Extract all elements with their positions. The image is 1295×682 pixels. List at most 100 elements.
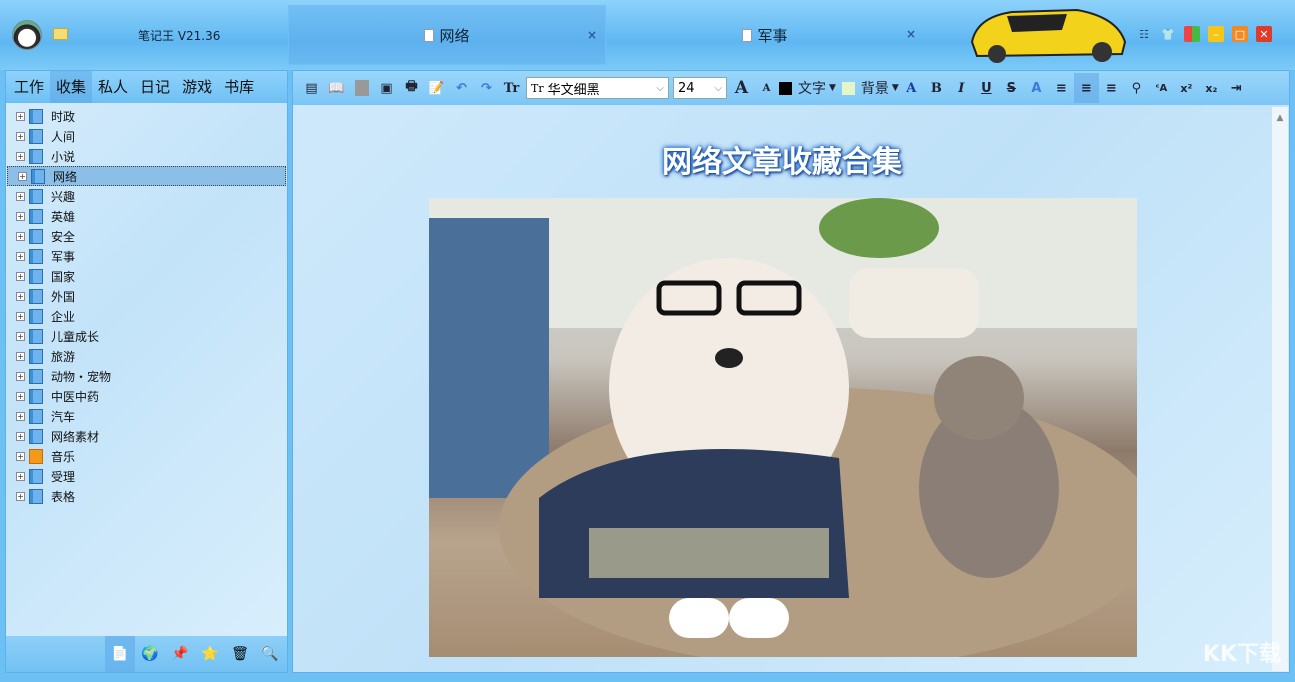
bold-icon[interactable]: B — [924, 73, 949, 103]
note-icon[interactable]: 📄 — [105, 636, 135, 672]
expand-icon[interactable]: + — [16, 191, 25, 201]
text-effect-icon[interactable]: A — [1024, 73, 1049, 103]
expand-icon[interactable]: + — [16, 451, 25, 461]
expand-icon[interactable]: + — [16, 131, 25, 141]
tree-item[interactable]: + 网络 — [7, 166, 286, 186]
tree-item[interactable]: + 安全 — [6, 226, 287, 246]
italic-icon[interactable]: I — [949, 73, 974, 103]
print-icon[interactable]: 🖶 — [399, 73, 424, 103]
expand-icon[interactable]: + — [16, 431, 25, 441]
tree-item[interactable]: + 音乐 — [6, 446, 287, 466]
notebook-icon — [29, 248, 43, 264]
folder-icon[interactable] — [53, 28, 68, 40]
sidebar: 工作 收集 私人 日记 游戏 书库 + 时政 + 人间 + 小说 + 网络 + 兴趣 + 英雄 + 安全 +… — [5, 70, 288, 673]
properties-icon[interactable]: 📝 — [424, 73, 449, 103]
subscript-icon[interactable]: x₂ — [1199, 73, 1224, 103]
align-left-icon[interactable]: ≡ — [1049, 73, 1074, 103]
font-color-icon[interactable]: A — [899, 73, 924, 103]
image-text-icon[interactable]: ▣ — [374, 73, 399, 103]
expand-icon[interactable]: + — [16, 211, 25, 221]
text-color-button[interactable]: 文字 ▼ — [779, 73, 836, 103]
expand-icon[interactable]: + — [16, 471, 25, 481]
book-icon[interactable]: 📖 — [324, 73, 349, 103]
superscript-icon[interactable]: x² — [1174, 73, 1199, 103]
expand-icon[interactable]: + — [16, 311, 25, 321]
tab-military[interactable]: 军事 × — [606, 5, 924, 65]
tree-item[interactable]: + 时政 — [6, 106, 287, 126]
tree-item[interactable]: + 儿童成长 — [6, 326, 287, 346]
minimize-button[interactable]: – — [1208, 26, 1224, 42]
shrink-font-icon[interactable]: A — [754, 73, 779, 103]
expand-icon[interactable]: + — [16, 491, 25, 501]
tab-collect[interactable]: 收集 — [50, 71, 93, 103]
chevron-down-icon: ⌵ — [714, 82, 722, 94]
tree-item[interactable]: + 旅游 — [6, 346, 287, 366]
theme-icon[interactable] — [1184, 26, 1200, 42]
vertical-scrollbar[interactable]: ▲ — [1272, 107, 1288, 671]
close-tab-icon[interactable]: × — [906, 27, 916, 41]
tab-private[interactable]: 私人 — [92, 71, 134, 103]
layout-icon[interactable]: ☷ — [1136, 26, 1152, 42]
expand-icon[interactable]: + — [16, 411, 25, 421]
expand-icon[interactable]: + — [16, 151, 25, 161]
close-button[interactable]: ✕ — [1256, 26, 1272, 42]
tree-item[interactable]: + 受理 — [6, 466, 287, 486]
globe-icon[interactable]: 🌍 — [135, 636, 165, 672]
font-select[interactable]: Tr 华文细黑 ⌵ — [526, 77, 669, 99]
expand-icon[interactable]: + — [16, 271, 25, 281]
tab-games[interactable]: 游戏 — [176, 71, 218, 103]
tree-item[interactable]: + 网络素材 — [6, 426, 287, 446]
indent-icon[interactable]: ⇥ — [1224, 73, 1249, 103]
bg-color-swatch — [841, 81, 855, 95]
tab-network[interactable]: 网络 × — [288, 5, 606, 65]
skin-shirt-icon[interactable]: 👕 — [1160, 26, 1176, 42]
tree-item[interactable]: + 军事 — [6, 246, 287, 266]
expand-icon[interactable]: + — [18, 171, 27, 181]
expand-icon[interactable]: + — [16, 251, 25, 261]
tree-item[interactable]: + 企业 — [6, 306, 287, 326]
tree-item[interactable]: + 国家 — [6, 266, 287, 286]
trash-icon[interactable]: 🗑 — [225, 636, 255, 672]
font-size-select[interactable]: 24 ⌵ — [673, 77, 727, 99]
undo-icon[interactable]: ↶ — [449, 73, 474, 103]
close-tab-icon[interactable]: × — [587, 28, 597, 42]
expand-icon[interactable]: + — [16, 231, 25, 241]
tree-item[interactable]: + 动物・宠物 — [6, 366, 287, 386]
expand-icon[interactable]: + — [16, 331, 25, 341]
tab-library[interactable]: 书库 — [218, 71, 260, 103]
align-center-icon[interactable]: ≡ — [1073, 73, 1099, 103]
maximize-button[interactable]: □ — [1232, 26, 1248, 42]
pin-icon[interactable]: 📌 — [165, 636, 195, 672]
underline-icon[interactable]: U — [974, 73, 999, 103]
bg-color-button[interactable]: 背景 ▼ — [841, 73, 899, 103]
expand-icon[interactable]: + — [16, 111, 25, 121]
tree-item[interactable]: + 外国 — [6, 286, 287, 306]
search-icon[interactable]: 🔍 — [255, 636, 285, 672]
star-icon[interactable]: ⭐ — [195, 636, 225, 672]
tab-work[interactable]: 工作 — [8, 71, 50, 103]
grow-font-icon[interactable]: A — [729, 73, 754, 103]
tree-item[interactable]: + 表格 — [6, 486, 287, 506]
tree-item[interactable]: + 小说 — [6, 146, 287, 166]
strikethrough-icon[interactable]: S — [999, 73, 1024, 103]
tree-item[interactable]: + 汽车 — [6, 406, 287, 426]
tree-item-label: 中医中药 — [51, 389, 100, 404]
tree-item[interactable]: + 英雄 — [6, 206, 287, 226]
tree-item[interactable]: + 人间 — [6, 126, 287, 146]
find-icon[interactable]: ⚲ — [1124, 73, 1149, 103]
tab-diary[interactable]: 日记 — [134, 71, 176, 103]
notebook-icon — [29, 388, 43, 404]
new-page-icon[interactable]: ▤ — [299, 73, 324, 103]
redo-icon[interactable]: ↷ — [474, 73, 499, 103]
align-right-icon[interactable]: ≡ — [1099, 73, 1124, 103]
scroll-up-icon[interactable]: ▲ — [1272, 113, 1288, 123]
expand-icon[interactable]: + — [16, 291, 25, 301]
gray-block-icon[interactable] — [349, 73, 374, 103]
tree-item[interactable]: + 兴趣 — [6, 186, 287, 206]
tree-item[interactable]: + 中医中药 — [6, 386, 287, 406]
replace-icon[interactable]: ᶜA — [1149, 73, 1174, 103]
expand-icon[interactable]: + — [16, 351, 25, 361]
expand-icon[interactable]: + — [16, 391, 25, 401]
document-icon — [742, 28, 753, 42]
expand-icon[interactable]: + — [16, 371, 25, 381]
